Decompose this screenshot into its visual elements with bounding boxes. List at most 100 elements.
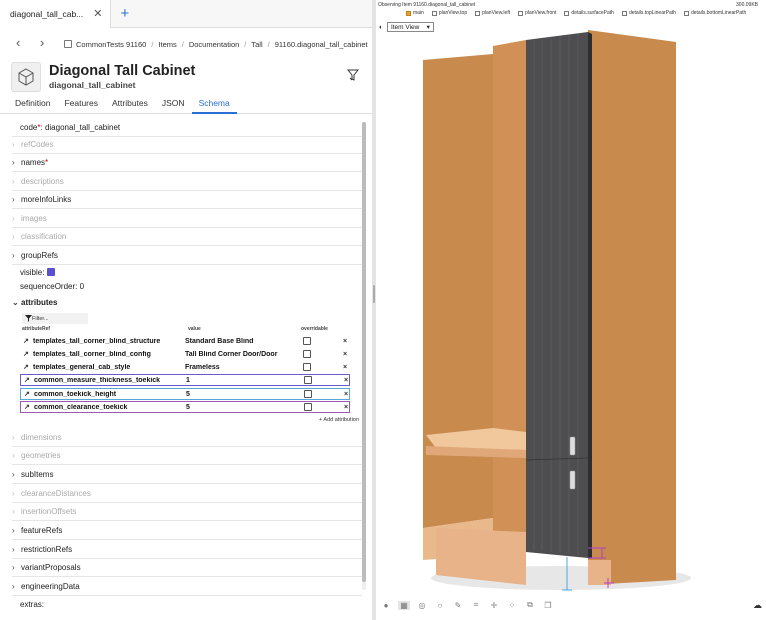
attribute-row[interactable]: ↗ templates_general_cab_style Frameless … bbox=[20, 361, 350, 373]
prop-restrictionrefs[interactable]: › restrictionRefs bbox=[12, 541, 362, 559]
crop-icon[interactable]: ⌗ bbox=[470, 600, 482, 610]
breadcrumb-item[interactable]: 91160.diagonal_tall_cabinet bbox=[275, 40, 368, 49]
item-cube-icon bbox=[11, 62, 41, 92]
external-link-icon[interactable]: ↗ bbox=[20, 350, 33, 358]
palette-icon[interactable]: ● bbox=[380, 601, 392, 610]
prop-clearancedistances[interactable]: › clearanceDistances bbox=[12, 485, 362, 503]
chevron-right-icon: › bbox=[12, 489, 15, 498]
prop-dimensions[interactable]: › dimensions bbox=[12, 429, 362, 447]
prop-insertionoffsets[interactable]: › insertionOffsets bbox=[12, 503, 362, 521]
back-arrow-icon[interactable]: ‹ bbox=[16, 36, 20, 49]
cloud-download-icon[interactable]: ☁ bbox=[753, 600, 762, 611]
tab-diagonal-tall-cabinet[interactable]: diagonal_tall_cab... ✕ bbox=[0, 0, 112, 28]
external-link-icon[interactable]: ↗ bbox=[21, 403, 34, 411]
delete-icon[interactable]: × bbox=[343, 351, 347, 358]
code-value[interactable]: diagonal_tall_cabinet bbox=[45, 123, 120, 132]
attribute-row[interactable]: ↗ common_clearance_toekick 5 × bbox=[20, 401, 350, 413]
chevron-right-icon: › bbox=[12, 251, 15, 260]
prop-subitems[interactable]: › subItems bbox=[12, 466, 362, 484]
external-link-icon[interactable]: ↗ bbox=[20, 363, 33, 371]
attribute-row[interactable]: ↗ common_toekick_height 5 × bbox=[20, 388, 350, 400]
prop-names[interactable]: › names * bbox=[12, 154, 362, 172]
chevron-down-icon: ⌄ bbox=[12, 297, 19, 307]
layers-icon[interactable]: ⧉ bbox=[524, 600, 536, 610]
cabinet-3d-render[interactable] bbox=[376, 0, 766, 598]
chevron-right-icon: › bbox=[12, 158, 15, 167]
new-tab-icon[interactable]: + bbox=[120, 6, 129, 21]
overridable-checkbox[interactable] bbox=[303, 363, 311, 371]
page-title: Diagonal Tall Cabinet bbox=[49, 63, 196, 79]
subtab-bar: Definition Features Attributes JSON Sche… bbox=[0, 94, 372, 114]
prop-variantproposals[interactable]: › variantProposals bbox=[12, 559, 362, 577]
overridable-checkbox[interactable] bbox=[304, 390, 312, 398]
breadcrumb-tall[interactable]: Tall bbox=[251, 40, 262, 49]
delete-icon[interactable]: × bbox=[344, 404, 348, 411]
tab-attributes[interactable]: Attributes bbox=[105, 94, 155, 114]
attribute-filter-input[interactable]: Filter... bbox=[22, 313, 88, 324]
breadcrumb-items[interactable]: Items bbox=[158, 40, 176, 49]
external-link-icon[interactable]: ↗ bbox=[21, 390, 34, 398]
sequenceorder-value[interactable]: 0 bbox=[80, 282, 84, 291]
breadcrumb-project[interactable]: CommonTests 91160 bbox=[76, 40, 146, 49]
tab-json[interactable]: JSON bbox=[155, 94, 192, 114]
overridable-checkbox[interactable] bbox=[304, 376, 312, 384]
chevron-right-icon: › bbox=[12, 140, 15, 149]
dots-icon[interactable]: ⁘ bbox=[506, 601, 518, 610]
crosshair-icon[interactable]: ✛ bbox=[488, 601, 500, 610]
delete-icon[interactable]: × bbox=[344, 377, 348, 384]
grid-icon[interactable]: ▦ bbox=[398, 600, 410, 610]
add-attribution-button[interactable]: + Add attribution bbox=[319, 417, 359, 423]
overridable-checkbox[interactable] bbox=[304, 403, 312, 411]
visible-checkbox[interactable] bbox=[47, 268, 56, 276]
chevron-right-icon: › bbox=[12, 526, 15, 535]
prop-refcodes[interactable]: › refCodes bbox=[12, 136, 362, 154]
code-label: code bbox=[20, 123, 38, 132]
tab-label: diagonal_tall_cab... bbox=[10, 8, 84, 19]
col-header-attributeref: attributeRef bbox=[22, 326, 51, 332]
chevron-right-icon: › bbox=[12, 545, 15, 554]
prop-classification[interactable]: › classification bbox=[12, 228, 362, 246]
forward-arrow-icon[interactable]: › bbox=[40, 36, 44, 49]
prop-engineeringdata[interactable]: › engineeringData bbox=[12, 578, 362, 596]
prop-images[interactable]: › images bbox=[12, 210, 362, 228]
code-field[interactable]: code *: diagonal_tall_cabinet bbox=[12, 119, 362, 137]
attribute-row[interactable]: ↗ templates_tall_corner_blind_structure … bbox=[20, 335, 350, 347]
delete-icon[interactable]: × bbox=[343, 338, 347, 345]
chevron-right-icon: › bbox=[12, 433, 15, 442]
tab-definition[interactable]: Definition bbox=[8, 94, 57, 114]
chevron-right-icon: › bbox=[12, 582, 15, 591]
prop-moreinfolinks[interactable]: › moreInfoLinks bbox=[12, 191, 362, 209]
attribute-row[interactable]: ↗ common_measure_thickness_toekick 1 × bbox=[20, 374, 350, 386]
overridable-checkbox[interactable] bbox=[303, 350, 311, 358]
chevron-right-icon: › bbox=[12, 563, 15, 572]
chevron-right-icon: › bbox=[12, 214, 15, 223]
tab-features[interactable]: Features bbox=[57, 94, 105, 114]
delete-icon[interactable]: × bbox=[344, 391, 348, 398]
close-icon[interactable]: ✕ bbox=[93, 7, 102, 20]
viewer-bottom-toolbar: ● ▦ ◎ ○ ✎ ⌗ ✛ ⁘ ⧉ ❐ bbox=[376, 598, 766, 612]
chevron-right-icon: › bbox=[12, 451, 15, 460]
chevron-right-icon: › bbox=[12, 507, 15, 516]
scrollbar[interactable] bbox=[362, 122, 366, 590]
breadcrumb-documentation[interactable]: Documentation bbox=[189, 40, 239, 49]
page-subtitle: diagonal_tall_cabinet bbox=[49, 80, 136, 90]
external-link-icon[interactable]: ↗ bbox=[20, 337, 33, 345]
col-header-overridable: overridable bbox=[301, 326, 328, 332]
target-icon[interactable]: ◎ bbox=[416, 601, 428, 610]
col-header-value: value bbox=[188, 326, 201, 332]
circle-icon[interactable]: ○ bbox=[434, 601, 446, 610]
tab-schema[interactable]: Schema bbox=[191, 94, 237, 114]
attribute-row[interactable]: ↗ templates_tall_corner_blind_config Tal… bbox=[20, 348, 350, 360]
prop-geometries[interactable]: › geometries bbox=[12, 447, 362, 465]
item-editor-panel: diagonal_tall_cab... ✕ + ‹ › CommonTests… bbox=[0, 0, 372, 620]
chevron-right-icon: › bbox=[12, 232, 15, 241]
prop-attributes[interactable]: ⌄ attributes bbox=[12, 293, 362, 311]
prop-descriptions[interactable]: › descriptions bbox=[12, 173, 362, 191]
delete-icon[interactable]: × bbox=[343, 364, 347, 371]
overridable-checkbox[interactable] bbox=[303, 337, 311, 345]
filter-icon[interactable] bbox=[346, 69, 360, 84]
external-link-icon[interactable]: ↗ bbox=[21, 376, 34, 384]
pencil-icon[interactable]: ✎ bbox=[452, 601, 464, 610]
prop-featurerefs[interactable]: › featureRefs bbox=[12, 522, 362, 540]
copy-icon[interactable]: ❐ bbox=[542, 601, 554, 610]
